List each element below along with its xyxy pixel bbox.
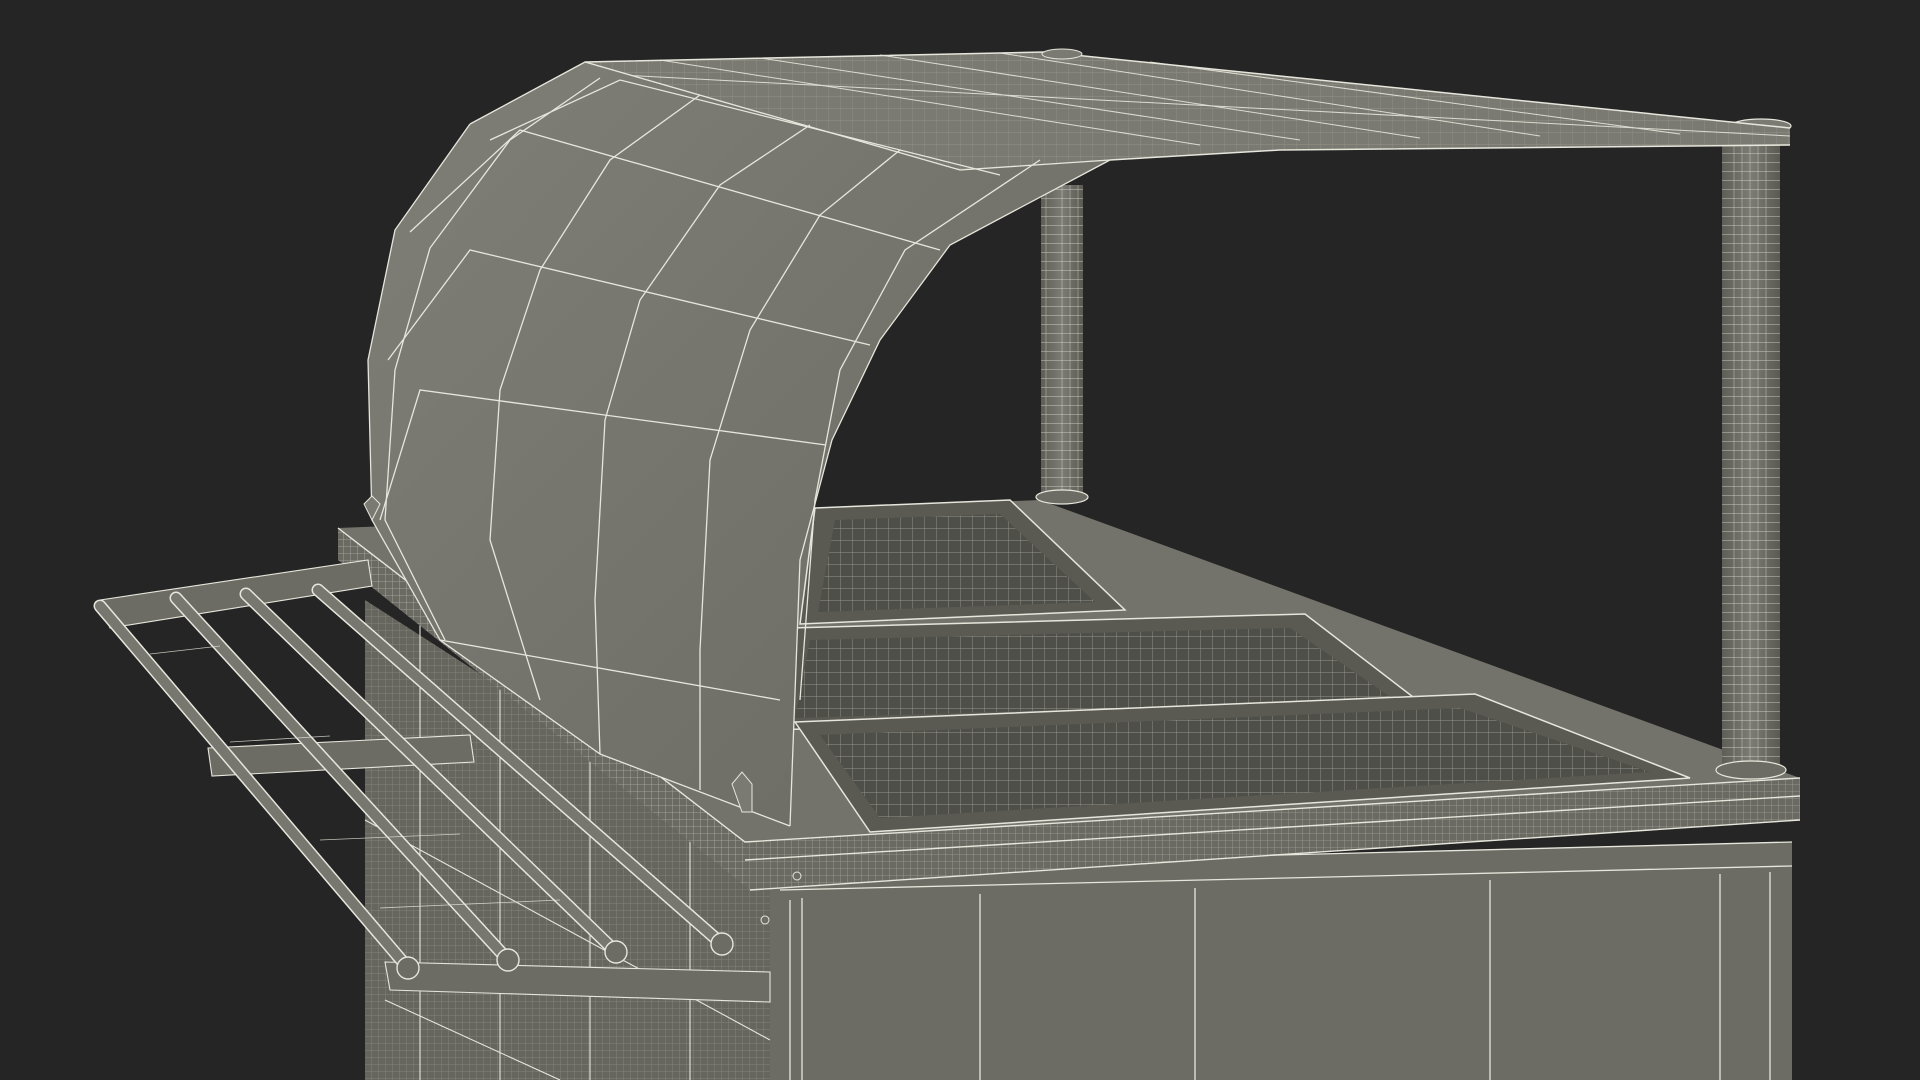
counter-bolt-top [792, 871, 802, 881]
wireframe-render-viewport [93, 48, 1801, 1080]
canopy-post-front [1715, 118, 1792, 780]
food-wells [769, 499, 1691, 833]
canopy-post-back [1035, 185, 1089, 505]
counter-bolt-bottom [760, 915, 770, 925]
